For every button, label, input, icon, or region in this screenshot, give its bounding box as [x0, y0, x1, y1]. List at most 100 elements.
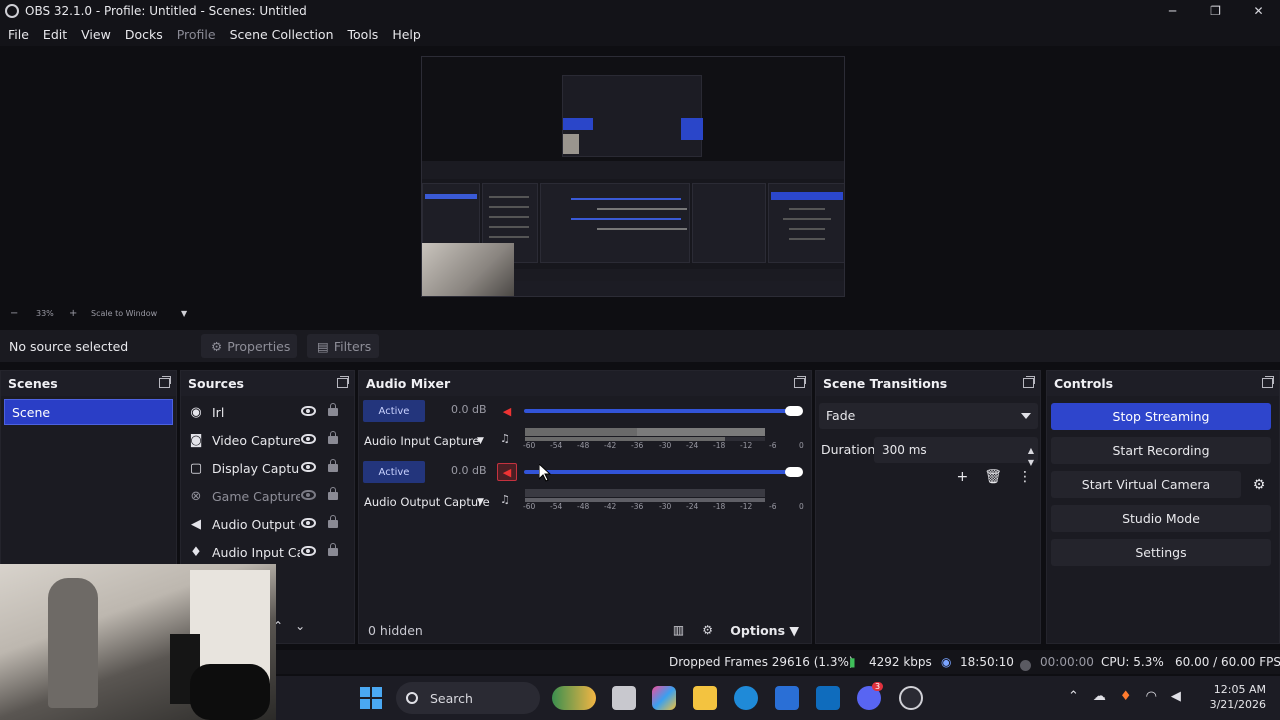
webcam-overlay	[0, 564, 276, 720]
headphones-icon[interactable]: ♫	[500, 432, 510, 445]
start-recording-button[interactable]: Start Recording	[1051, 437, 1271, 464]
undock-icon[interactable]	[1023, 376, 1035, 388]
preview-nested-taskbar	[514, 281, 844, 296]
properties-label: Properties	[227, 338, 291, 354]
transition-select[interactable]: Fade	[819, 403, 1038, 429]
speaker-icon: ◀	[191, 516, 201, 532]
menu-view[interactable]: View	[81, 27, 111, 42]
source-item[interactable]: ⊗ Game Capture	[185, 482, 355, 510]
maximize-button[interactable]: ❐	[1194, 0, 1237, 22]
source-label: Game Capture	[212, 488, 300, 504]
copilot-icon[interactable]	[652, 686, 676, 710]
settings-button[interactable]: Settings	[1051, 539, 1271, 566]
lock-icon[interactable]	[328, 487, 338, 500]
lock-icon[interactable]	[328, 403, 338, 416]
source-item[interactable]: ◉ Irl	[185, 398, 355, 426]
chevron-up-icon[interactable]: ⌃	[1068, 689, 1079, 704]
globe-icon: ◉	[190, 404, 202, 420]
channel-menu-caret-icon[interactable]: ▼	[477, 436, 484, 446]
menu-profile[interactable]: Profile	[177, 27, 216, 42]
menu-tools[interactable]: Tools	[348, 27, 379, 42]
volume-slider-knob[interactable]	[785, 406, 803, 416]
source-item[interactable]: ◙ Video Capture Device	[185, 426, 355, 454]
widgets-icon[interactable]	[552, 686, 596, 710]
visibility-hidden-icon[interactable]	[301, 490, 316, 500]
search-icon	[406, 692, 418, 704]
move-down-icon[interactable]: ⌄	[295, 619, 305, 633]
visibility-eye-icon[interactable]	[301, 546, 316, 556]
zoom-in-button[interactable]: +	[69, 308, 77, 319]
camera-icon: ◙	[189, 432, 203, 448]
audio-mixer-footer: 0 hidden ▥ ⚙ Options ▼	[359, 619, 811, 643]
menu-help[interactable]: Help	[392, 27, 421, 42]
options-button[interactable]: Options ▼	[730, 623, 799, 638]
start-virtual-camera-button[interactable]: Start Virtual Camera	[1051, 471, 1241, 498]
zoom-out-button[interactable]: −	[10, 308, 18, 319]
scene-transitions-dock: Scene Transitions Fade Duration 300 ms ▲…	[815, 370, 1041, 644]
visibility-eye-icon[interactable]	[301, 518, 316, 528]
preview-canvas[interactable]	[421, 56, 845, 297]
lock-icon[interactable]	[328, 431, 338, 444]
folder-icon[interactable]	[693, 686, 717, 710]
taskbar-search[interactable]: Search	[396, 682, 540, 714]
visibility-eye-icon[interactable]	[301, 434, 316, 444]
duration-input[interactable]: 300 ms ▲ ▼	[874, 437, 1038, 467]
store-icon[interactable]	[775, 686, 799, 710]
volume-slider[interactable]	[524, 470, 800, 474]
undock-icon[interactable]	[337, 376, 349, 388]
menu-file[interactable]: File	[8, 27, 29, 42]
microphone-icon[interactable]: ♦	[1120, 689, 1132, 704]
channel-db: 0.0 dB	[451, 403, 487, 416]
studio-mode-button[interactable]: Studio Mode	[1051, 505, 1271, 532]
audio-mixer-title: Audio Mixer	[359, 371, 811, 396]
onedrive-icon[interactable]: ☁	[1093, 689, 1106, 704]
volume-slider[interactable]	[524, 409, 800, 413]
wifi-icon[interactable]: ◠	[1146, 689, 1157, 704]
source-item[interactable]: ♦ Audio Input Capture	[185, 538, 355, 566]
properties-button[interactable]: ⚙ Properties	[201, 334, 297, 358]
menu-docks[interactable]: Docks	[125, 27, 163, 42]
minimize-button[interactable]: ─	[1151, 0, 1194, 22]
scale-mode-caret-icon[interactable]: ▼	[181, 309, 187, 318]
trash-icon[interactable]: 🗑	[984, 469, 1002, 485]
clock[interactable]: 12:05 AM 3/21/2026	[1210, 682, 1266, 712]
mute-speaker-icon[interactable]: ◀	[497, 463, 517, 481]
controls-title: Controls	[1047, 371, 1279, 396]
filters-button[interactable]: ▤ Filters	[307, 334, 379, 358]
volume-icon[interactable]: ◀	[1171, 689, 1181, 704]
source-item[interactable]: ▢ Display Capture	[185, 454, 355, 482]
more-vertical-icon[interactable]: ⋮	[1018, 469, 1032, 485]
lock-icon[interactable]	[328, 515, 338, 528]
scenes-title: Scenes	[1, 371, 176, 396]
file-icon[interactable]	[612, 686, 636, 710]
outlook-icon[interactable]	[816, 686, 840, 710]
volume-slider-knob[interactable]	[785, 467, 803, 477]
edge-icon[interactable]	[734, 686, 758, 710]
visibility-eye-icon[interactable]	[301, 406, 316, 416]
scene-item[interactable]: Scene	[4, 399, 173, 425]
close-button[interactable]: ✕	[1237, 0, 1280, 22]
advanced-audio-icon[interactable]: ⚙	[702, 623, 713, 637]
undock-icon[interactable]	[1262, 376, 1274, 388]
layout-toggle-icon[interactable]: ▥	[673, 623, 684, 637]
obs-taskbar-icon[interactable]	[899, 686, 923, 710]
lock-icon[interactable]	[328, 543, 338, 556]
source-item[interactable]: ◀ Audio Output Capture	[185, 510, 355, 538]
mute-speaker-icon[interactable]: ◀	[497, 402, 517, 420]
headphones-icon[interactable]: ♫	[500, 493, 510, 506]
windows-start-icon[interactable]	[360, 687, 382, 709]
visibility-eye-icon[interactable]	[301, 462, 316, 472]
virtual-camera-gear-icon[interactable]: ⚙	[1245, 471, 1273, 498]
stop-streaming-button[interactable]: Stop Streaming	[1051, 403, 1271, 430]
scale-tick: -6	[769, 502, 777, 511]
menu-scene-collection[interactable]: Scene Collection	[230, 27, 334, 42]
undock-icon[interactable]	[159, 376, 171, 388]
microphone-icon: ♦	[190, 544, 202, 560]
lock-icon[interactable]	[328, 459, 338, 472]
scale-mode-select[interactable]: Scale to Window	[91, 309, 157, 318]
undock-icon[interactable]	[794, 376, 806, 388]
menu-edit[interactable]: Edit	[43, 27, 67, 42]
transition-selected: Fade	[826, 408, 856, 423]
channel-menu-caret-icon[interactable]: ▼	[477, 497, 484, 507]
add-icon[interactable]: +	[956, 469, 968, 485]
